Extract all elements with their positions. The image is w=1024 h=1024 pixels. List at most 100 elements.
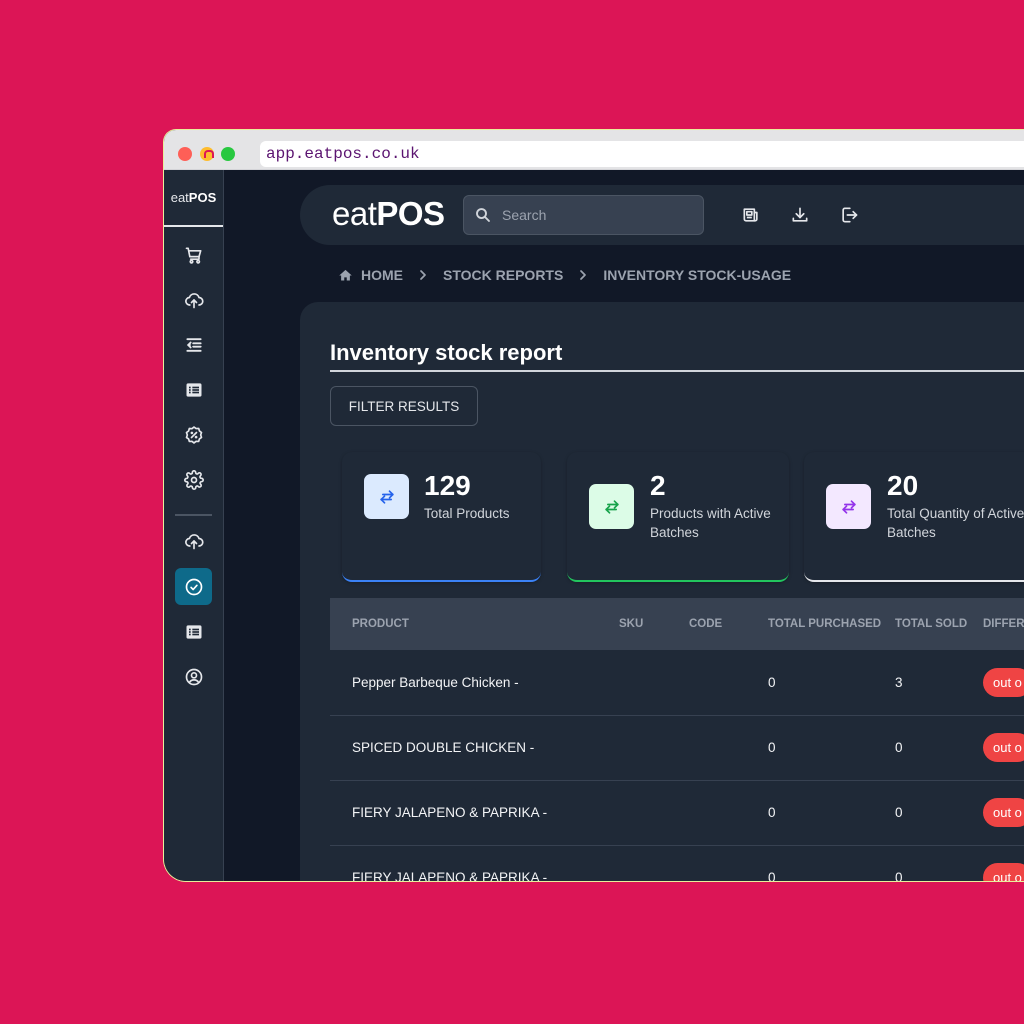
search-box[interactable] [463, 195, 704, 235]
logout-button[interactable] [839, 205, 859, 225]
cell-product: SPICED DOUBLE CHICKEN - [352, 740, 535, 755]
stat-card-active-batches: 2 Products with Active Batches [567, 452, 789, 582]
minimize-window-button[interactable] [200, 147, 214, 161]
cell-difference: out o [983, 650, 1024, 715]
user-circle-icon [185, 668, 202, 685]
chevron-right-icon [577, 269, 589, 281]
check-circle-icon [185, 578, 202, 595]
breadcrumb-home[interactable]: HOME [361, 267, 403, 283]
sidebar-item-check[interactable] [175, 568, 212, 605]
table-row[interactable]: FIERY JALAPENO & PAPRIKA - 0 0 out o [330, 845, 1024, 881]
maximize-window-button[interactable] [221, 147, 235, 161]
cell-sku [619, 845, 689, 881]
breadcrumb-stock-reports[interactable]: STOCK REPORTS [443, 267, 563, 283]
sidebar-item-list[interactable] [175, 371, 212, 408]
brand-logo[interactable]: eatPOS [332, 195, 445, 233]
sidebar-item-profile[interactable] [175, 658, 212, 695]
cell-purchased: 0 [768, 740, 776, 755]
main-area: eatPOS HOME [224, 170, 1024, 881]
stat-label: Total Products [424, 506, 510, 521]
indent-list-icon [185, 337, 202, 352]
inventory-table: PRODUCT SKU CODE TOTAL PURCHASED TOTAL S… [330, 598, 1024, 881]
stat-card-total-products: 129 Total Products [342, 452, 541, 582]
search-input[interactable] [502, 207, 682, 223]
cell-sku [619, 650, 689, 715]
list-icon [186, 382, 201, 397]
search-icon [476, 208, 490, 222]
swap-arrows-icon [604, 499, 619, 514]
cell-code [689, 780, 768, 845]
home-icon [338, 268, 353, 283]
cell-purchased: 0 [768, 870, 776, 881]
table-header-row: PRODUCT SKU CODE TOTAL PURCHASED TOTAL S… [330, 598, 1024, 650]
cell-product: Pepper Barbeque Chicken - [352, 674, 519, 690]
column-header-total-purchased[interactable]: TOTAL PURCHASED [768, 598, 895, 650]
table-row[interactable]: FIERY JALAPENO & PAPRIKA - 0 0 out o [330, 780, 1024, 845]
status-badge: out o [983, 733, 1024, 762]
cell-sold: 0 [895, 870, 903, 881]
breadcrumb-current: INVENTORY STOCK-USAGE [603, 267, 792, 283]
address-bar[interactable]: app.eatpos.co.uk [260, 141, 1024, 167]
breadcrumb: HOME STOCK REPORTS INVENTORY STOCK-USAGE [338, 267, 791, 283]
sidebar-logo[interactable]: eat POS [164, 170, 223, 227]
sidebar-item-upload-2[interactable] [175, 522, 212, 559]
top-bar: eatPOS [300, 185, 1024, 245]
cart-icon [185, 247, 201, 264]
cloud-upload-icon [184, 292, 204, 308]
column-header-code[interactable]: CODE [689, 598, 768, 650]
column-header-total-sold[interactable]: TOTAL SOLD [895, 598, 983, 650]
column-header-product[interactable]: PRODUCT [330, 598, 619, 650]
stat-value: 129 [424, 470, 471, 501]
stat-card-total-quantity: 20 Total Quantity of Active Batches [804, 452, 1024, 582]
sidebar-logo-bold: POS [188, 190, 217, 205]
cell-product: FIERY JALAPENO & PAPRIKA - [352, 805, 548, 820]
gear-icon [183, 469, 204, 490]
status-badge: out o [983, 863, 1024, 881]
chevron-right-icon [417, 269, 429, 281]
column-header-difference[interactable]: DIFFER [983, 598, 1024, 650]
sidebar-item-settings[interactable] [175, 461, 212, 498]
stat-value: 2 [650, 470, 666, 501]
cloud-upload-icon [184, 533, 204, 549]
sidebar-item-upload[interactable] [175, 281, 212, 318]
cell-product: FIERY JALAPENO & PAPRIKA - [352, 870, 548, 881]
status-badge: out o [983, 798, 1024, 827]
cell-sold: 0 [895, 740, 903, 755]
swap-arrows-icon [841, 499, 856, 514]
filter-results-button[interactable]: FILTER RESULTS [330, 386, 478, 426]
cell-code [689, 845, 768, 881]
sidebar-item-menu-indent[interactable] [175, 326, 212, 363]
sidebar-item-discount[interactable] [175, 416, 212, 453]
sidebar-item-cart[interactable] [175, 236, 212, 273]
discount-badge-icon [185, 425, 202, 444]
cell-sku [619, 780, 689, 845]
cell-sku [619, 715, 689, 780]
stat-icon-box [826, 484, 871, 529]
sidebar-item-list-2[interactable] [175, 613, 212, 650]
cell-sold: 3 [895, 674, 903, 690]
download-button[interactable] [790, 205, 810, 225]
reports-button[interactable] [741, 205, 761, 225]
stat-label: Products with Active Batches [650, 506, 771, 540]
cell-difference: out o [983, 780, 1024, 845]
list-icon [186, 624, 201, 639]
cell-purchased: 0 [768, 805, 776, 820]
cell-difference: out o [983, 715, 1024, 780]
stat-label: Total Quantity of Active Batches [887, 506, 1024, 540]
sidebar-divider [175, 514, 212, 516]
inventory-table-container: PRODUCT SKU CODE TOTAL PURCHASED TOTAL S… [330, 598, 1024, 881]
cell-code [689, 650, 768, 715]
close-window-button[interactable] [178, 147, 192, 161]
column-header-sku[interactable]: SKU [619, 598, 689, 650]
app: eat POS eatPOS Search HOME STOCK REPORTS… [164, 170, 1024, 881]
cell-code [689, 715, 768, 780]
swap-arrows-icon [379, 489, 394, 504]
table-row[interactable]: Pepper Barbeque Chicken - 0 3 out o [330, 650, 1024, 715]
cell-difference: out o [983, 845, 1024, 881]
table-row[interactable]: SPICED DOUBLE CHICKEN - 0 0 out o [330, 715, 1024, 780]
stat-icon-box [364, 474, 409, 519]
status-badge: out o [983, 667, 1024, 697]
logout-icon [842, 207, 858, 223]
stat-icon-box [589, 484, 634, 529]
brand-bold: POS [376, 195, 445, 232]
